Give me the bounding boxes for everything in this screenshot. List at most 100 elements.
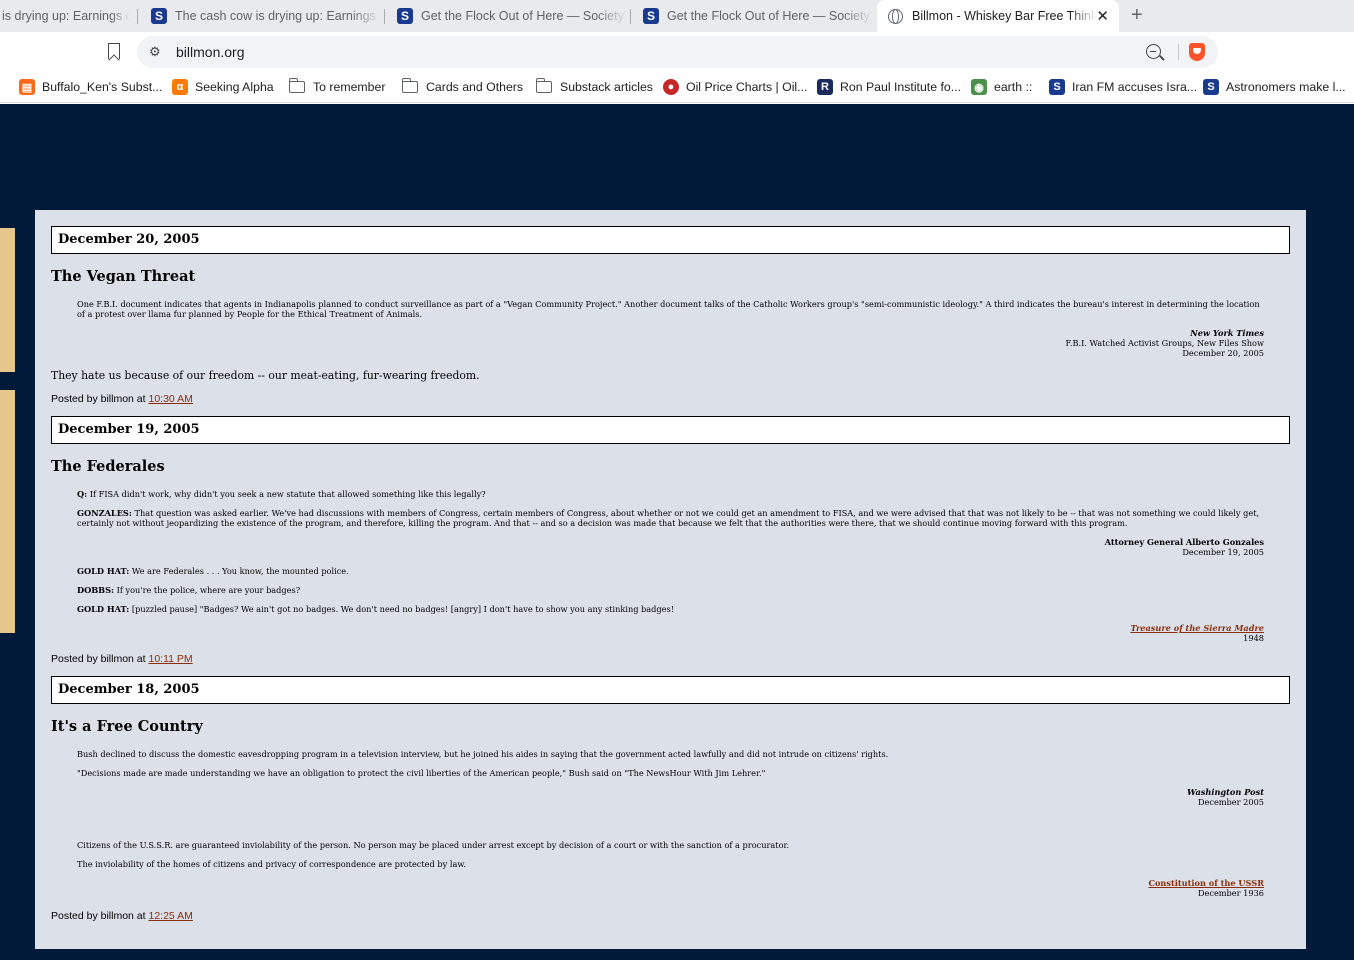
bookmark-label: To remember xyxy=(313,80,386,94)
citation: New York Times F.B.I. Watched Activist G… xyxy=(1065,328,1264,358)
bookmark-label: Cards and Others xyxy=(426,80,524,94)
bookmark-iran-fm[interactable]: S Iran FM accuses Isra... xyxy=(1049,78,1197,96)
oil-price-icon: ● xyxy=(663,79,679,95)
post-title: It's a Free Country xyxy=(51,718,203,735)
bookmark-icon[interactable] xyxy=(108,43,120,59)
citation: Treasure of the Sierra Madre 1948 xyxy=(1130,623,1264,643)
post-footer: Posted by billmon at 10:11 PM xyxy=(51,653,193,665)
globe-icon xyxy=(888,8,903,24)
bookmark-label: Astronomers make l... xyxy=(1226,80,1346,94)
tab-bar: is drying up: Earnings c S The cash cow … xyxy=(0,0,1354,32)
bookmark-earth[interactable]: ◉ earth :: xyxy=(971,78,1032,96)
bookmark-folder-cards[interactable]: Cards and Others xyxy=(401,78,524,96)
bookmark-ron-paul[interactable]: R Ron Paul Institute fo... xyxy=(817,78,961,96)
folder-icon xyxy=(535,78,552,93)
speaker-label: GOLD HAT: xyxy=(77,604,130,614)
blockquote-line: Citizens of the U.S.S.R. are guaranteed … xyxy=(77,840,790,850)
tab-title: Billmon - Whiskey Bar Free Think xyxy=(912,9,1097,23)
citation: Constitution of the USSR December 1936 xyxy=(1148,878,1264,898)
substack-icon: S xyxy=(1049,79,1065,95)
tab-active-billmon[interactable]: Billmon - Whiskey Bar Free Think ✕ xyxy=(877,0,1119,32)
new-tab-button[interactable]: + xyxy=(1131,4,1143,27)
sidebar-tab xyxy=(0,228,15,372)
bookmark-label: Iran FM accuses Isra... xyxy=(1072,80,1198,94)
permalink-time[interactable]: 10:30 AM xyxy=(148,393,192,405)
tab-title: Get the Flock Out of Here — Society's xyxy=(421,9,627,23)
blog-content: December 20, 2005 The Vegan Threat One F… xyxy=(35,210,1306,949)
close-icon[interactable]: ✕ xyxy=(1096,7,1109,25)
bookmark-label: Oil Price Charts | Oil... xyxy=(686,80,808,94)
date-header: December 19, 2005 xyxy=(51,416,1290,444)
blockquote-line: "Decisions made are made understanding w… xyxy=(77,768,766,778)
citation-link[interactable]: Treasure of the Sierra Madre xyxy=(1130,623,1264,633)
permalink-time[interactable]: 12:25 AM xyxy=(148,910,192,922)
post-title: The Vegan Threat xyxy=(51,268,196,285)
citation-source: Washington Post xyxy=(1187,787,1264,797)
web-page[interactable]: December 20, 2005 The Vegan Threat One F… xyxy=(0,104,1354,960)
permalink-time[interactable]: 10:11 PM xyxy=(148,653,192,665)
substack-icon: S xyxy=(1203,79,1219,95)
blockquote-line: The inviolability of the homes of citize… xyxy=(77,859,466,869)
blockquote: One F.B.I. document indicates that agent… xyxy=(77,299,1260,319)
bookmark-folder-to-remember[interactable]: To remember xyxy=(288,78,386,96)
earth-icon: ◉ xyxy=(971,79,987,95)
tab-4[interactable]: S Get the Flock Out of Here — Society's xyxy=(637,0,873,32)
citation-date: December 20, 2005 xyxy=(1182,348,1264,358)
substack-icon: S xyxy=(397,8,413,24)
speaker-label: GOLD HAT: xyxy=(77,566,130,576)
divider xyxy=(1178,44,1179,60)
sidebar-tab xyxy=(0,390,15,633)
seeking-alpha-icon: α xyxy=(172,79,188,95)
citation-headline: F.B.I. Watched Activist Groups, New File… xyxy=(1065,338,1264,348)
bookmark-label: Buffalo_Ken's Subst... xyxy=(42,80,163,94)
zoom-icon[interactable] xyxy=(1146,44,1161,59)
date-header: December 18, 2005 xyxy=(51,676,1290,704)
bookmark-buffalo-ken[interactable]: ▤ Buffalo_Ken's Subst... xyxy=(19,78,162,96)
speaker-label: GONZALES: xyxy=(77,508,132,518)
blockquote-line: DOBBS: If you're the police, where are y… xyxy=(77,585,1267,595)
posted-by: Posted by billmon at xyxy=(51,393,146,405)
tab-2[interactable]: S The cash cow is drying up: Earnings c xyxy=(145,0,381,32)
bookmark-folder-substack[interactable]: Substack articles xyxy=(535,78,653,96)
speaker-text: We are Federales . . . You know, the mou… xyxy=(131,566,349,576)
speaker-label: Q: xyxy=(77,489,88,499)
bookmark-label: Seeking Alpha xyxy=(195,80,274,94)
posted-by: Posted by billmon at xyxy=(51,910,146,922)
substack-icon: S xyxy=(643,8,659,24)
url-text[interactable]: billmon.org xyxy=(176,44,244,60)
citation-source: Attorney General Alberto Gonzales xyxy=(1104,537,1264,547)
speaker-text: If you're the police, where are your bad… xyxy=(116,585,301,595)
bookmarks-bar: ▤ Buffalo_Ken's Subst... α Seeking Alpha… xyxy=(0,72,1354,103)
tab-3[interactable]: S Get the Flock Out of Here — Society's xyxy=(391,0,627,32)
citation-link[interactable]: Constitution of the USSR xyxy=(1148,878,1264,888)
posted-by: Posted by billmon at xyxy=(51,653,146,665)
citation-date: 1948 xyxy=(1243,633,1264,643)
tab-title: The cash cow is drying up: Earnings c xyxy=(175,9,381,23)
citation-date: December 19, 2005 xyxy=(1182,547,1264,557)
tab-1[interactable]: is drying up: Earnings c xyxy=(0,0,130,32)
site-settings-icon[interactable]: ⚙ xyxy=(149,45,163,59)
bookmark-label: Ron Paul Institute fo... xyxy=(840,80,961,94)
citation: Attorney General Alberto Gonzales Decemb… xyxy=(1105,537,1264,557)
blockquote-line: Q: If FISA didn't work, why didn't you s… xyxy=(77,489,1267,499)
brave-shield-icon[interactable] xyxy=(1189,43,1205,61)
citation-source: New York Times xyxy=(1190,328,1264,338)
substack-icon: ▤ xyxy=(19,79,35,95)
blockquote-line: GOLD HAT: [puzzled pause] "Badges? We ai… xyxy=(77,604,1267,614)
tab-title: is drying up: Earnings c xyxy=(2,9,130,23)
date-header: December 20, 2005 xyxy=(51,226,1290,254)
address-bar[interactable]: ⚙ billmon.org xyxy=(137,36,1218,68)
citation-date: December 1936 xyxy=(1197,888,1264,898)
toolbar: ⚙ billmon.org xyxy=(0,32,1354,72)
bookmark-astronomers[interactable]: S Astronomers make l... xyxy=(1203,78,1346,96)
blockquote-line: GONZALES: That question was asked earlie… xyxy=(77,508,1267,528)
blockquote-line: GOLD HAT: We are Federales . . . You kno… xyxy=(77,566,1267,576)
bookmark-label: earth :: xyxy=(994,80,1033,94)
bookmark-seeking-alpha[interactable]: α Seeking Alpha xyxy=(172,78,274,96)
blockquote-line: Bush declined to discuss the domestic ea… xyxy=(77,749,889,759)
bookmark-oil-price[interactable]: ● Oil Price Charts | Oil... xyxy=(663,78,807,96)
post-footer: Posted by billmon at 10:30 AM xyxy=(51,393,193,405)
tab-separator xyxy=(630,9,631,24)
speaker-text: If FISA didn't work, why didn't you seek… xyxy=(89,489,486,499)
post-footer: Posted by billmon at 12:25 AM xyxy=(51,910,193,922)
